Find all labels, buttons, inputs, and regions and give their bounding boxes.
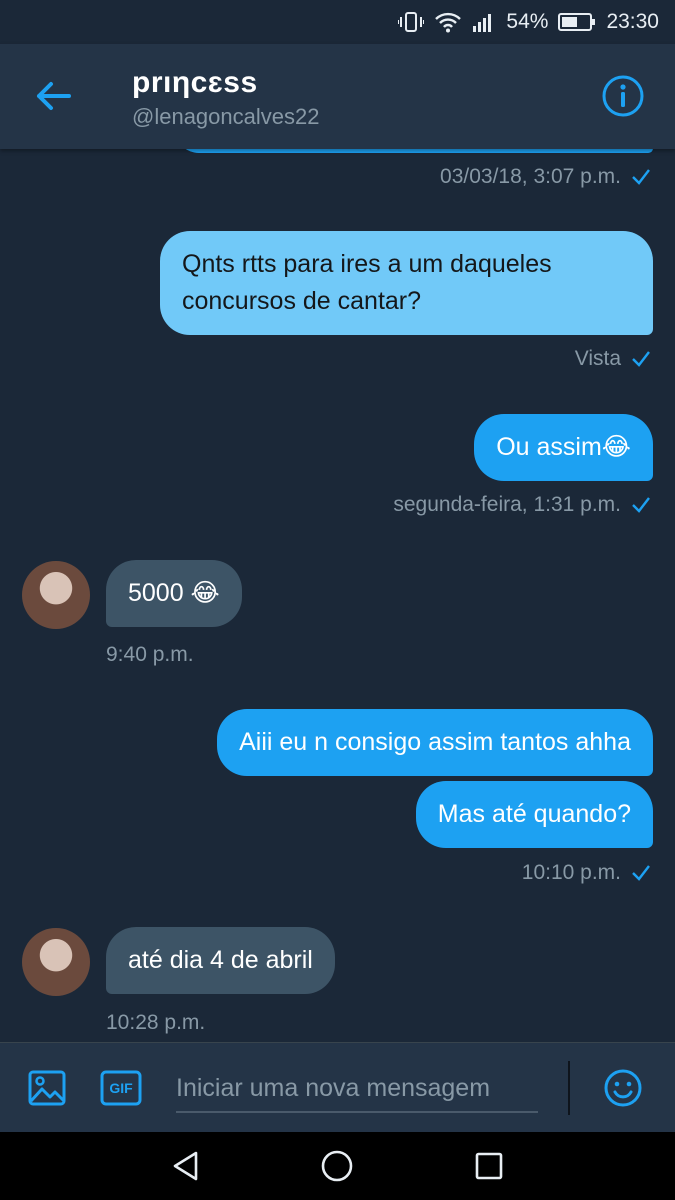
message-timestamp: 10:10 p.m.	[522, 861, 651, 885]
signal-icon	[472, 11, 496, 33]
image-icon	[28, 1070, 66, 1106]
nav-back-button[interactable]	[166, 1146, 206, 1186]
message-timestamp: 03/03/18, 3:07 p.m.	[440, 165, 651, 189]
conversation-title: prıηcɛss	[132, 66, 258, 99]
gif-label: GIF	[109, 1080, 133, 1096]
message-bubble-sent[interactable]: Qnts rtts para ires a um daqueles concur…	[160, 231, 653, 335]
compose-divider	[568, 1061, 570, 1115]
message-text: Ou assim😂	[496, 433, 631, 461]
battery-icon	[558, 12, 596, 32]
sent-check-icon	[632, 865, 650, 881]
message-timestamp: 10:28 p.m.	[106, 1011, 206, 1034]
message-text-line: Qnts rtts para ires a um daqueles	[182, 250, 552, 278]
info-button[interactable]	[601, 74, 645, 118]
conversation-header: prıηcɛss @lenagoncalves22	[0, 44, 675, 149]
message-text: Mas até quando?	[437, 800, 631, 828]
sent-check-icon	[632, 169, 650, 185]
info-icon	[602, 75, 644, 117]
compose-bar: GIF	[0, 1042, 675, 1132]
read-status: Vista	[575, 347, 651, 371]
message-bubble-received[interactable]: 5000 😂	[106, 560, 242, 627]
image-button[interactable]	[26, 1067, 68, 1109]
nav-home-button[interactable]	[317, 1146, 357, 1186]
system-navigation-bar	[0, 1132, 675, 1200]
vibrate-icon	[398, 11, 425, 33]
message-bubble-sent[interactable]: Mas até quando?	[415, 781, 653, 848]
battery-percent: 54%	[506, 10, 549, 33]
message-text: Aiii eu n consigo assim tantos ahha	[239, 728, 631, 756]
status-bar: 54% 23:30	[0, 0, 675, 44]
message-timestamp: segunda-feira, 1:31 p.m.	[393, 493, 651, 517]
message-text: 5000 😂	[128, 579, 220, 607]
message-text: até dia 4 de abril	[128, 946, 313, 974]
wifi-icon	[434, 11, 462, 33]
message-bubble-sent[interactable]: Aiii eu n consigo assim tantos ahha	[217, 709, 653, 776]
message-timestamp: 9:40 p.m.	[106, 643, 194, 666]
nav-recents-button[interactable]	[469, 1146, 509, 1186]
back-button[interactable]	[30, 76, 76, 116]
message-bubble-received[interactable]: até dia 4 de abril	[106, 927, 335, 994]
sent-check-icon	[632, 497, 650, 513]
nav-recents-icon	[475, 1152, 503, 1180]
message-text-line: concursos de cantar?	[182, 287, 422, 315]
message-input[interactable]	[176, 1065, 538, 1113]
emoji-icon	[604, 1069, 642, 1107]
previous-message-bubble	[175, 149, 653, 153]
gif-button[interactable]: GIF	[100, 1067, 142, 1109]
emoji-button[interactable]	[602, 1067, 644, 1109]
message-list[interactable]: 03/03/18, 3:07 p.m. Qnts rtts para ires …	[0, 149, 675, 1042]
conversation-handle: @lenagoncalves22	[132, 104, 320, 129]
nav-home-icon	[322, 1150, 353, 1182]
read-check-icon	[632, 351, 650, 367]
back-arrow-icon	[37, 82, 71, 110]
contact-avatar[interactable]	[22, 928, 90, 996]
contact-avatar[interactable]	[22, 561, 90, 629]
clock: 23:30	[606, 10, 659, 33]
message-bubble-sent[interactable]: Ou assim😂	[474, 414, 653, 481]
nav-back-icon	[173, 1151, 198, 1181]
